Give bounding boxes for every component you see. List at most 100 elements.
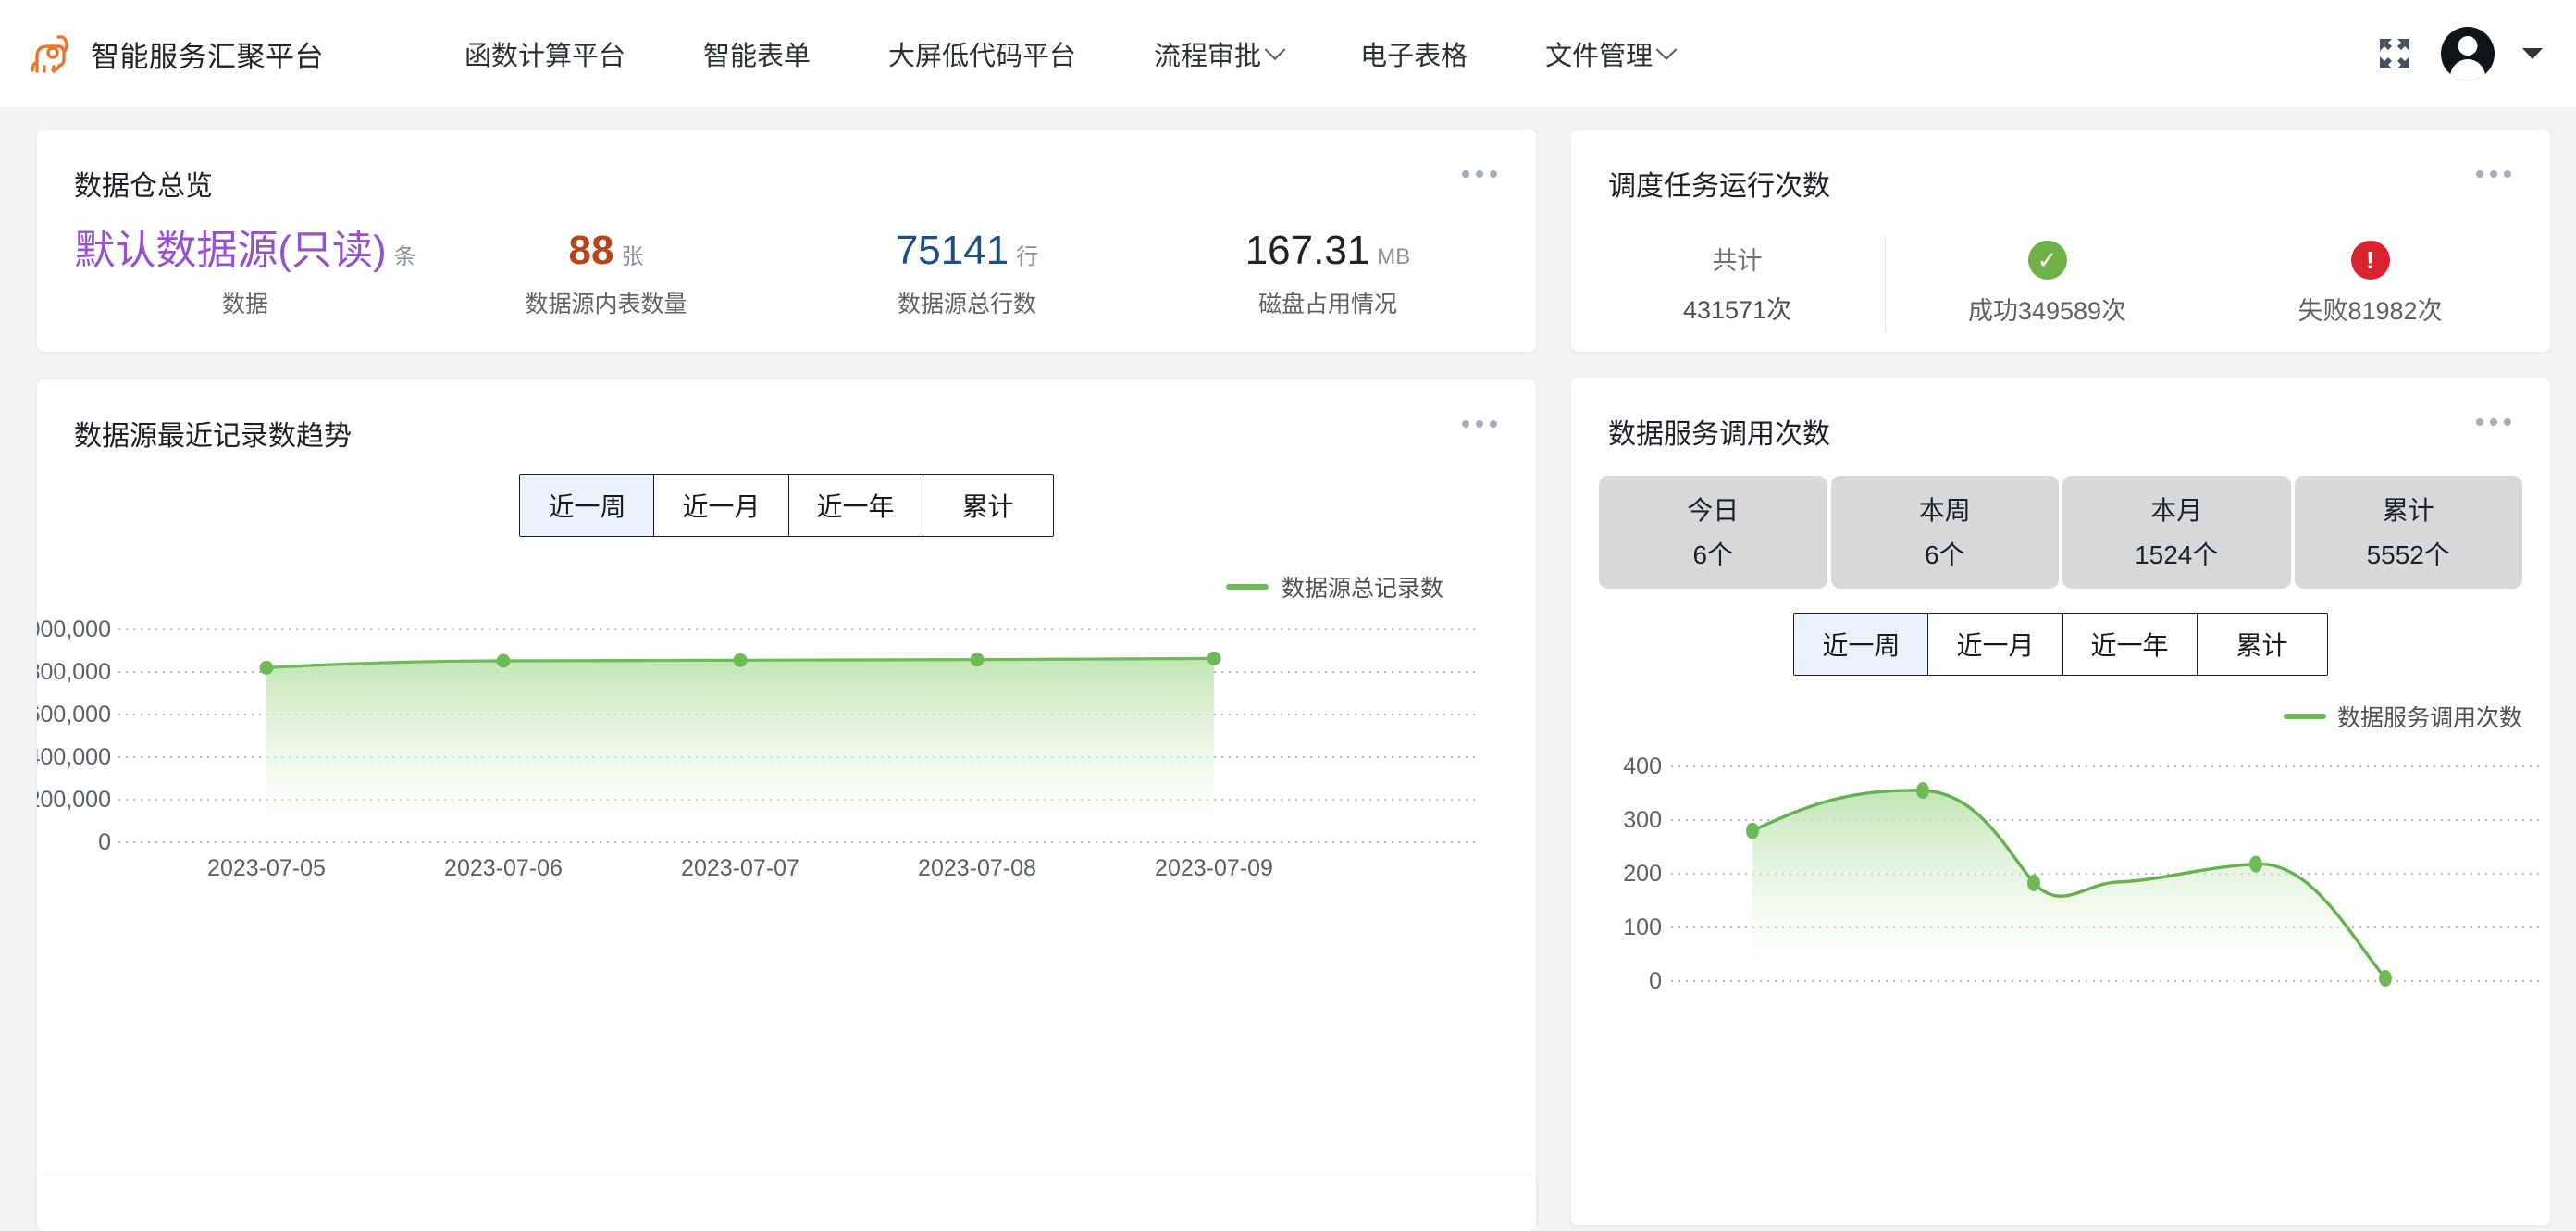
- tab-service-month[interactable]: 近一月: [1928, 614, 2062, 675]
- trend-legend: 数据源总记录数: [37, 570, 1536, 603]
- nav-item-2[interactable]: 大屏低代码平台: [849, 34, 1115, 73]
- pill-label: 本月: [2062, 491, 2291, 528]
- stat-label: 磁盘占用情况: [1147, 286, 1508, 319]
- legend-color-swatch: [2284, 714, 2326, 719]
- y-tick-0: 0: [1649, 968, 1662, 994]
- pill-value: 6个: [1599, 535, 1827, 572]
- pill-total[interactable]: 累计 5552个: [2295, 476, 2523, 589]
- nav-item-5[interactable]: 文件管理: [1506, 34, 1713, 73]
- card-more-menu-icon[interactable]: [1462, 170, 1497, 178]
- right-column: 调度任务运行次数 共计 431571次 ✓ 成功349589次 ! 失败8198…: [1571, 130, 2550, 1225]
- schedule-total-label: 共计: [1590, 241, 1885, 277]
- left-column: 数据仓总览 默认数据源(只读)条 数据 88张 数据源内表数量 75141 行 数…: [37, 130, 1536, 1225]
- service-chart-svg: 400 300 200 100 0: [1571, 739, 2550, 1016]
- y-tick-400000: 400,000: [37, 744, 111, 770]
- x-tick-3: 2023-07-08: [918, 855, 1036, 881]
- nav-item-4[interactable]: 电子表格: [1321, 34, 1506, 73]
- y-tick-1000000: ,000,000: [37, 616, 111, 642]
- x-tick-0: 2023-07-05: [207, 855, 326, 881]
- trend-area: [266, 658, 1214, 842]
- card-more-menu-icon[interactable]: [2476, 170, 2511, 178]
- data-point: [497, 654, 511, 668]
- x-axis-ticks: 2023-07-05 2023-07-06 2023-07-07 2023-07…: [207, 855, 1273, 881]
- card-data-service-calls: 数据服务调用次数 今日 6个 本周 6个 本月 1524个 累计 5552个: [1571, 378, 2550, 1225]
- nav-item-1[interactable]: 智能表单: [664, 34, 849, 73]
- schedule-success: ✓ 成功349589次: [1886, 241, 2209, 327]
- nav-label: 流程审批: [1154, 34, 1261, 73]
- stat-datasource: 默认数据源(只读)条 数据: [65, 228, 426, 319]
- y-tick-800000: 800,000: [37, 659, 111, 685]
- brand-title: 智能服务汇聚平台: [91, 33, 324, 75]
- stat-unit: 行: [1016, 244, 1038, 269]
- nav-item-3[interactable]: 流程审批: [1115, 34, 1321, 73]
- y-tick-0: 0: [98, 829, 111, 855]
- legend-label: 数据服务调用次数: [2337, 700, 2522, 733]
- card-schedule-task-runs: 调度任务运行次数 共计 431571次 ✓ 成功349589次 ! 失败8198…: [1571, 130, 2550, 352]
- tab-service-year[interactable]: 近一年: [2063, 614, 2198, 675]
- y-axis-ticks: ,000,000 800,000 600,000 400,000 200,000…: [37, 616, 111, 855]
- data-point: [1746, 823, 1759, 839]
- stat-unit: 条: [394, 244, 416, 269]
- card-title: 数据源最近记录数趋势: [37, 379, 1536, 454]
- pill-value: 1524个: [2062, 535, 2291, 572]
- schedule-total-value: 431571次: [1590, 288, 1885, 327]
- y-tick-300: 300: [1623, 807, 1662, 833]
- tab-service-total[interactable]: 累计: [2198, 614, 2327, 675]
- y-tick-200000: 200,000: [37, 787, 111, 813]
- user-avatar[interactable]: [2441, 27, 2495, 81]
- tab-trend-year[interactable]: 近一年: [789, 475, 923, 536]
- y-axis-ticks: 400 300 200 100 0: [1623, 753, 1662, 994]
- pill-today[interactable]: 今日 6个: [1599, 476, 1827, 589]
- stat-value: 默认数据源(只读)条: [65, 228, 426, 275]
- pill-this-week[interactable]: 本周 6个: [1831, 476, 2060, 589]
- tab-trend-month[interactable]: 近一月: [654, 475, 788, 536]
- stat-value: 75141 行: [786, 228, 1147, 275]
- exclamation-circle-icon: !: [2351, 241, 2390, 280]
- topbar-right-actions: [2376, 27, 2543, 81]
- dashboard-body: 数据仓总览 默认数据源(只读)条 数据 88张 数据源内表数量 75141 行 数…: [0, 107, 2576, 1225]
- tab-service-week[interactable]: 近一周: [1794, 614, 1928, 675]
- tab-trend-total[interactable]: 累计: [923, 475, 1053, 536]
- legend-label: 数据源总记录数: [1282, 570, 1443, 603]
- x-tick-2: 2023-07-07: [681, 855, 799, 881]
- failure-text: 失败81982次: [2209, 291, 2532, 327]
- card-title: 数据仓总览: [37, 130, 1536, 204]
- stat-total-rows: 75141 行 数据源总行数: [786, 228, 1147, 319]
- card-next-section-peek: [37, 1175, 1536, 1231]
- stat-unit: MB: [1377, 244, 1410, 269]
- stat-disk-usage: 167.31 MB 磁盘占用情况: [1147, 228, 1508, 319]
- chevron-down-icon: [1656, 39, 1678, 60]
- stat-number: 75141: [896, 228, 1009, 273]
- service-legend: 数据服务调用次数: [1571, 700, 2550, 733]
- total-number: 431571: [1683, 296, 1766, 324]
- brand[interactable]: 智能服务汇聚平台: [26, 29, 324, 79]
- trend-chart-svg: ,000,000 800,000 600,000 400,000 200,000…: [37, 609, 1536, 914]
- tab-trend-week[interactable]: 近一周: [520, 475, 654, 536]
- elephant-logo-icon: [26, 29, 76, 79]
- pill-value: 5552个: [2295, 535, 2523, 572]
- pill-label: 累计: [2295, 491, 2523, 528]
- card-more-menu-icon[interactable]: [2476, 418, 2511, 426]
- total-unit: 次: [1766, 296, 1791, 324]
- trend-chart-plot: ,000,000 800,000 600,000 400,000 200,000…: [37, 609, 1536, 914]
- fullscreen-icon[interactable]: [2376, 35, 2413, 72]
- data-point: [2027, 875, 2040, 891]
- data-point: [2379, 970, 2392, 987]
- stat-number: 167.31: [1245, 228, 1370, 273]
- card-more-menu-icon[interactable]: [1462, 420, 1497, 428]
- card-title: 数据服务调用次数: [1571, 378, 2550, 452]
- data-point: [1916, 782, 1929, 799]
- service-period-pills: 今日 6个 本周 6个 本月 1524个 累计 5552个: [1571, 476, 2550, 589]
- nav-label: 大屏低代码平台: [888, 34, 1076, 73]
- data-point: [734, 653, 748, 667]
- stat-table-count: 88张 数据源内表数量: [426, 228, 786, 319]
- overview-stats: 默认数据源(只读)条 数据 88张 数据源内表数量 75141行 数据源总行数 …: [37, 228, 1536, 319]
- x-tick-1: 2023-07-06: [444, 855, 563, 881]
- chevron-down-icon[interactable]: [2522, 48, 2543, 59]
- data-point: [2249, 856, 2262, 873]
- nav-label: 函数计算平台: [464, 34, 625, 73]
- stat-label: 数据源总行数: [786, 286, 1147, 319]
- pill-this-month[interactable]: 本月 1524个: [2062, 476, 2291, 589]
- top-navigation-bar: 智能服务汇聚平台 函数计算平台 智能表单 大屏低代码平台 流程审批 电子表格 文…: [0, 0, 2576, 107]
- nav-item-0[interactable]: 函数计算平台: [426, 34, 664, 73]
